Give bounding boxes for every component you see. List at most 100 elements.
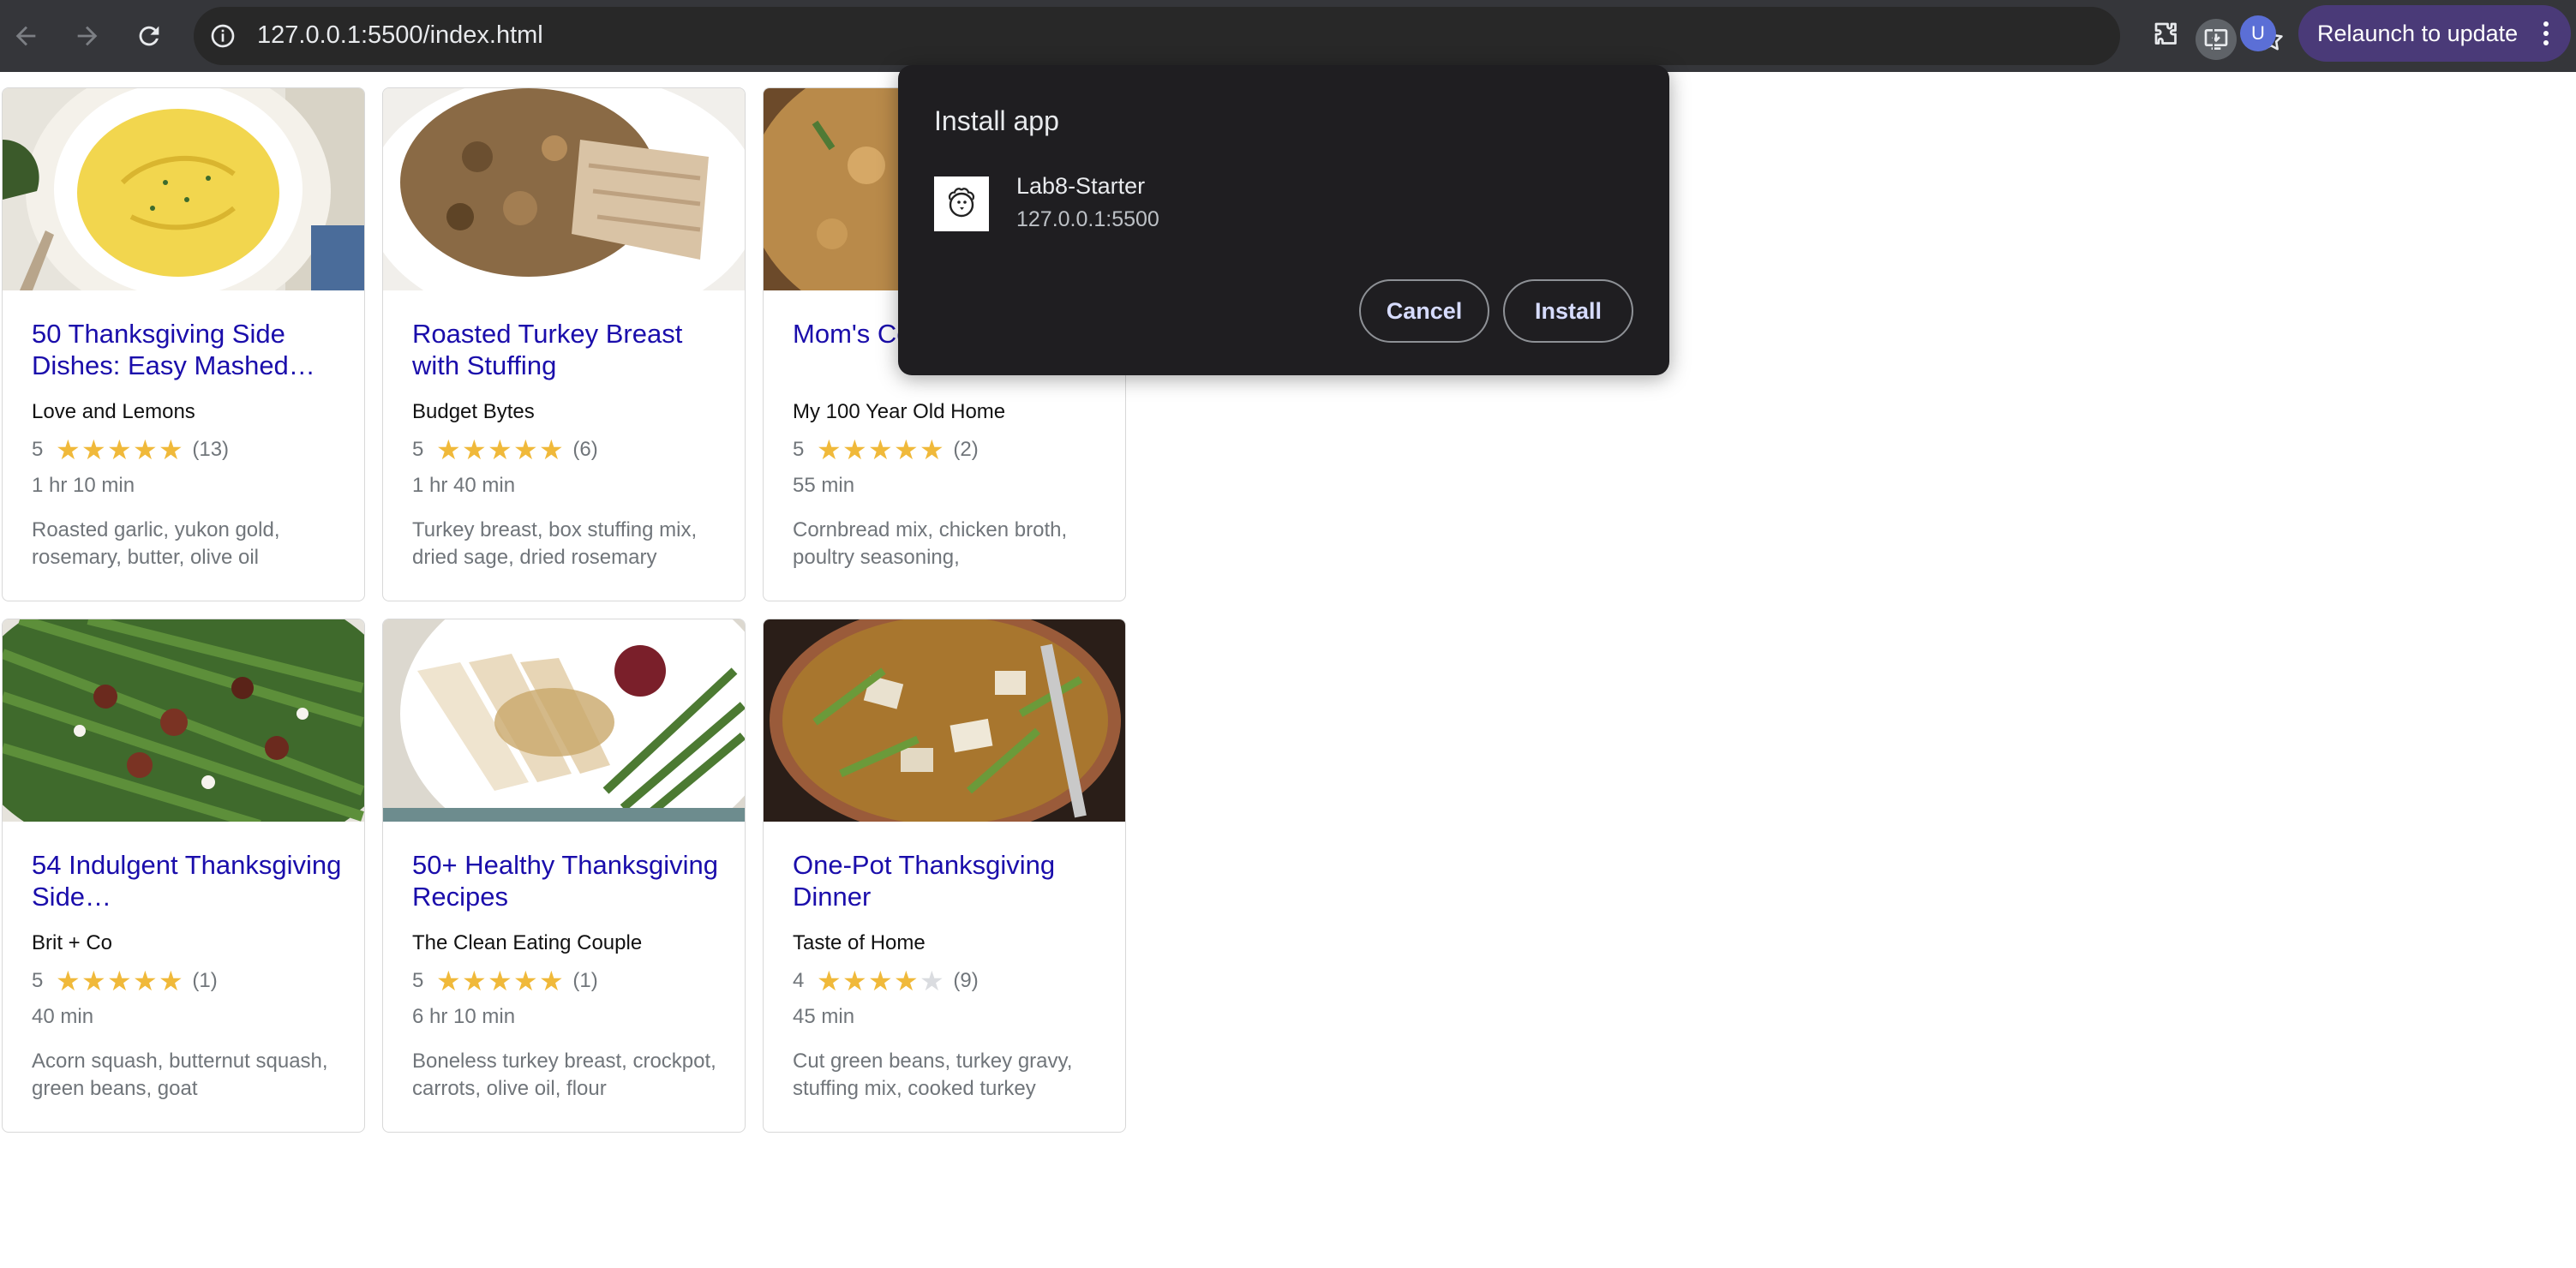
cancel-button[interactable]: Cancel: [1359, 279, 1489, 343]
site-info-icon[interactable]: [209, 22, 237, 50]
rating-stars: ★ ★ ★ ★ ★: [55, 434, 183, 465]
star-filled-icon: ★: [81, 434, 106, 465]
star-filled-icon: ★: [462, 966, 487, 996]
star-filled-icon: ★: [842, 966, 867, 996]
recipe-rating: 5 ★ ★ ★ ★ ★ (13): [32, 434, 230, 465]
star-filled-icon: ★: [107, 434, 132, 465]
arrow-left-icon: [15, 26, 36, 46]
recipe-time: 40 min: [32, 1005, 94, 1028]
star-filled-icon: ★: [436, 434, 461, 465]
arrow-right-icon: [77, 26, 98, 46]
recipe-title-link[interactable]: 50+ Healthy Thanksgiving Recipes: [412, 849, 729, 912]
star-filled-icon: ★: [133, 434, 158, 465]
forward-button[interactable]: [69, 17, 106, 55]
recipe-source: Taste of Home: [793, 931, 926, 954]
star-filled-icon: ★: [868, 434, 893, 465]
recipe-rating: 5 ★ ★ ★ ★ ★ (1): [32, 966, 218, 996]
install-app-dialog: Install app Lab8-Starter 127.0.0.1:5500 …: [898, 65, 1669, 375]
install-app-icon: [2204, 29, 2228, 50]
address-bar[interactable]: 127.0.0.1:5500/index.html: [194, 7, 2283, 65]
recipe-time: 55 min: [793, 474, 855, 497]
star-filled-icon: ★: [107, 966, 132, 996]
review-count: (1): [192, 969, 218, 992]
review-count: (13): [192, 438, 230, 461]
star-filled-icon: ★: [133, 966, 158, 996]
extensions-button[interactable]: [2146, 14, 2187, 55]
recipe-source: My 100 Year Old Home: [793, 400, 1006, 423]
back-button[interactable]: [7, 17, 45, 55]
recipe-card[interactable]: One-Pot Thanksgiving Dinner Taste of Home…: [763, 619, 1126, 1133]
star-filled-icon: ★: [817, 434, 842, 465]
rating-stars: ★ ★ ★ ★ ★: [816, 434, 944, 465]
toolbar-divider: [2213, 21, 2214, 51]
star-filled-icon: ★: [920, 434, 944, 465]
install-button[interactable]: Install: [1503, 279, 1633, 343]
star-filled-icon: ★: [56, 966, 81, 996]
recipe-card[interactable]: 50 Thanksgiving Side Dishes: Easy Mashed…: [2, 87, 365, 601]
rating-stars: ★ ★ ★ ★ ★: [55, 966, 183, 996]
relaunch-label: Relaunch to update: [2317, 20, 2519, 46]
recipe-ingredients: Cut green beans, turkey gravy, stuffing …: [793, 1050, 1073, 1100]
url-text[interactable]: 127.0.0.1:5500/index.html: [257, 21, 543, 50]
rating-value: 5: [32, 969, 44, 992]
review-count: (1): [572, 969, 598, 992]
recipe-source: Budget Bytes: [412, 400, 535, 423]
star-filled-icon: ★: [159, 434, 183, 465]
recipe-title-link[interactable]: Roasted Turkey Breast with Stuffing: [412, 318, 729, 381]
recipe-rating: 4 ★ ★ ★ ★ ★ (9): [793, 966, 979, 996]
star-filled-icon: ★: [868, 966, 893, 996]
review-count: (2): [953, 438, 979, 461]
star-filled-icon: ★: [81, 966, 106, 996]
review-count: (6): [572, 438, 598, 461]
star-empty-icon: ★: [920, 966, 944, 996]
star-filled-icon: ★: [539, 434, 564, 465]
star-filled-icon: ★: [539, 966, 564, 996]
app-icon: [934, 176, 989, 231]
recipe-image[interactable]: [383, 619, 746, 822]
recipe-title-link[interactable]: 50 Thanksgiving Side Dishes: Easy Mashed…: [32, 318, 349, 381]
recipe-time: 1 hr 10 min: [32, 474, 135, 497]
review-count: (9): [953, 969, 979, 992]
recipe-image[interactable]: [383, 88, 746, 290]
recipe-title-link[interactable]: 54 Indulgent Thanksgiving Side…: [32, 849, 349, 912]
star-filled-icon: ★: [894, 434, 919, 465]
recipe-source: Brit + Co: [32, 931, 113, 954]
star-filled-icon: ★: [488, 966, 512, 996]
recipe-image[interactable]: [3, 619, 365, 822]
puzzle-icon: [2154, 22, 2177, 45]
star-filled-icon: ★: [436, 966, 461, 996]
recipe-ingredients: Cornbread mix, chicken broth, poultry se…: [793, 518, 1068, 569]
star-filled-icon: ★: [462, 434, 487, 465]
recipe-card[interactable]: 54 Indulgent Thanksgiving Side… Brit + Co…: [2, 619, 365, 1133]
recipe-rating: 5 ★ ★ ★ ★ ★ (6): [412, 434, 598, 465]
reload-button[interactable]: [130, 17, 168, 55]
recipe-image[interactable]: [3, 88, 365, 290]
star-filled-icon: ★: [159, 966, 183, 996]
recipe-time: 45 min: [793, 1005, 855, 1028]
relaunch-button[interactable]: Relaunch to update: [2298, 5, 2571, 62]
recipe-card[interactable]: 50+ Healthy Thanksgiving Recipes The Clea…: [382, 619, 746, 1133]
profile-avatar[interactable]: U: [2240, 15, 2276, 51]
star-filled-icon: ★: [513, 966, 538, 996]
install-app-button[interactable]: [2196, 19, 2237, 60]
recipe-ingredients: Roasted garlic, yukon gold, rosemary, bu…: [32, 518, 280, 569]
recipe-card[interactable]: Roasted Turkey Breast with Stuffing Budge…: [382, 87, 746, 601]
recipe-source: The Clean Eating Couple: [412, 931, 643, 954]
rating-stars: ★ ★ ★ ★ ★: [435, 966, 564, 996]
more-vert-icon[interactable]: [2533, 17, 2559, 50]
rating-stars: ★ ★ ★ ★ ★: [435, 434, 564, 465]
recipe-ingredients: Acorn squash, butternut squash, green be…: [32, 1050, 328, 1100]
rating-value: 4: [793, 969, 805, 992]
rating-value: 5: [793, 438, 805, 461]
recipe-image[interactable]: [764, 619, 1126, 822]
rating-value: 5: [32, 438, 44, 461]
star-filled-icon: ★: [842, 434, 867, 465]
rating-stars: ★ ★ ★ ★ ★: [816, 966, 944, 996]
rating-value: 5: [412, 969, 424, 992]
turkey-logo-icon: [949, 188, 974, 218]
dialog-title: Install app: [934, 105, 1059, 136]
recipe-title-link[interactable]: One-Pot Thanksgiving Dinner: [793, 849, 1110, 912]
recipe-time: 1 hr 40 min: [412, 474, 516, 497]
recipe-ingredients: Turkey breast, box stuffing mix, dried s…: [412, 518, 698, 569]
star-filled-icon: ★: [894, 966, 919, 996]
